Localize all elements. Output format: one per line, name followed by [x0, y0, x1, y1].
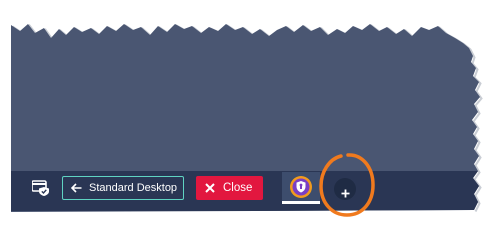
standard-desktop-button[interactable]: Standard Desktop: [62, 176, 184, 200]
active-tab-indicator: [282, 201, 320, 204]
desktop-window: [11, 24, 483, 212]
arrow-left-icon: [70, 183, 82, 193]
screenshot-frame: Standard Desktop Close: [0, 0, 500, 240]
avast-secureline-vpn-icon: [289, 175, 313, 199]
standard-desktop-label: Standard Desktop: [89, 182, 178, 194]
close-button[interactable]: Close: [196, 176, 263, 200]
annotation-highlight-circle: [319, 153, 375, 217]
secure-desktop-icon[interactable]: [31, 180, 50, 196]
close-label: Close: [223, 182, 253, 194]
close-x-icon: [205, 183, 215, 193]
